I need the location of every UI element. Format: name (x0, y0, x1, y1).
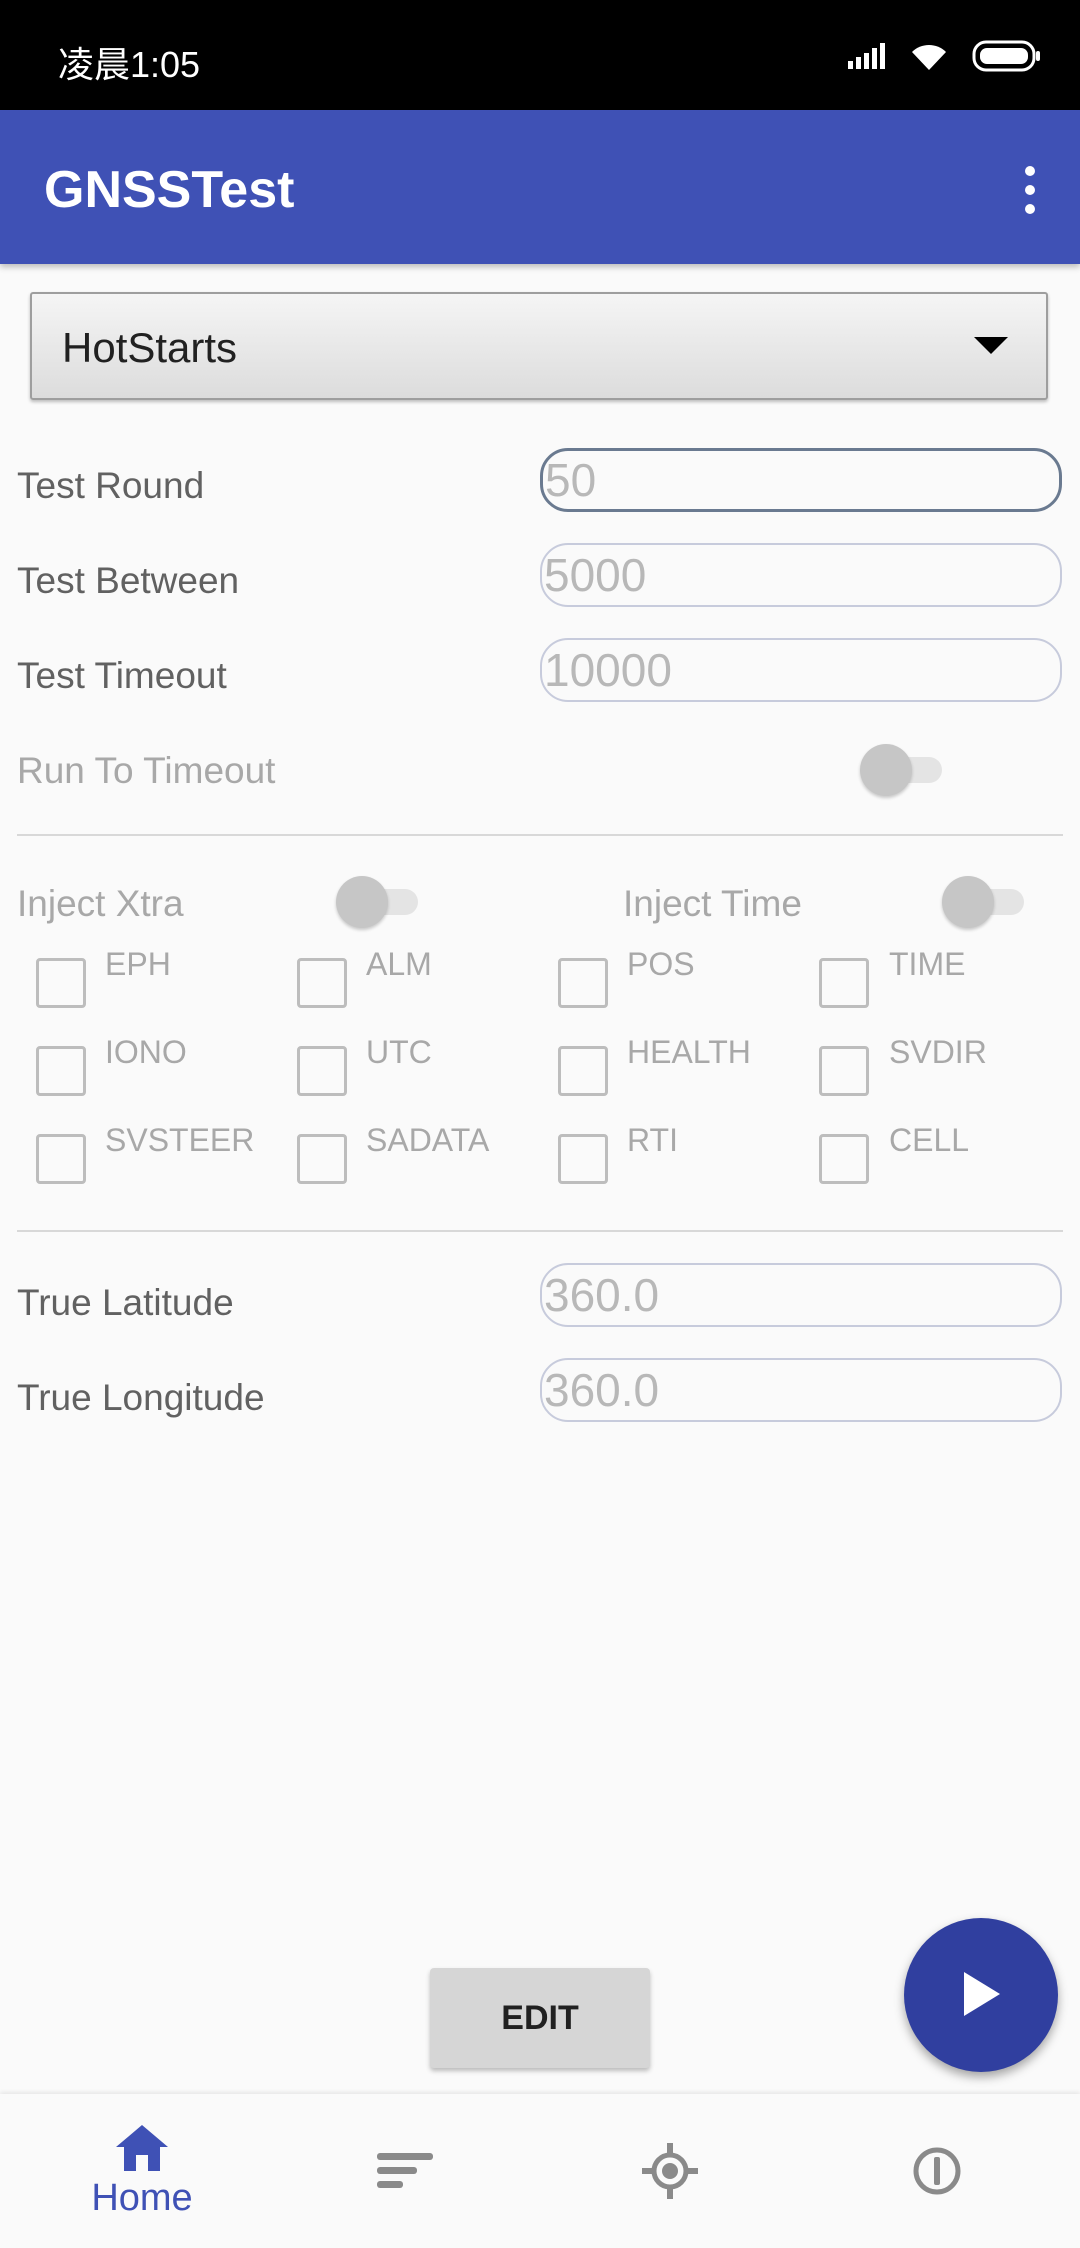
overflow-menu-icon[interactable] (1010, 160, 1050, 220)
pos-label: POS (627, 946, 695, 982)
test-timeout-label: Test Timeout (17, 655, 227, 696)
run-to-timeout-switch[interactable] (860, 744, 950, 796)
svsteer-checkbox[interactable] (36, 1134, 86, 1184)
play-icon (964, 1972, 1000, 2016)
true-latitude-field[interactable] (540, 1263, 1062, 1327)
inject-time-label: Inject Time (623, 883, 802, 924)
nav-item-list[interactable] (270, 2094, 540, 2248)
wifi-icon (912, 44, 946, 70)
divider (17, 1230, 1063, 1232)
utc-checkbox[interactable] (297, 1046, 347, 1096)
info-icon (913, 2147, 961, 2195)
list-icon (377, 2153, 433, 2188)
true-longitude-input[interactable] (542, 1360, 1060, 1420)
health-label: HEALTH (627, 1034, 751, 1070)
test-round-label: Test Round (17, 465, 205, 506)
status-time: 凌晨1:05 (58, 44, 201, 85)
start-test-fab[interactable] (904, 1918, 1058, 2072)
health-checkbox[interactable] (558, 1046, 608, 1096)
signal-icon (848, 43, 885, 69)
test-between-input[interactable] (542, 545, 1060, 605)
svsteer-label: SVSTEER (105, 1122, 255, 1158)
iono-checkbox[interactable] (36, 1046, 86, 1096)
test-round-input[interactable] (543, 451, 1059, 509)
true-latitude-label: True Latitude (17, 1282, 234, 1323)
nav-item-home[interactable]: Home (7, 2094, 277, 2248)
test-mode-selected: HotStarts (62, 324, 238, 371)
inject-xtra-label: Inject Xtra (17, 883, 184, 924)
test-mode-dropdown[interactable]: HotStarts (30, 292, 1048, 400)
gps-target-icon (642, 2143, 698, 2199)
utc-label: UTC (366, 1034, 432, 1070)
cell-label: CELL (889, 1122, 970, 1158)
inject-xtra-switch[interactable] (336, 876, 426, 928)
nav-home-label: Home (91, 2176, 193, 2219)
run-to-timeout-label: Run To Timeout (17, 750, 276, 791)
bottom-navigation: Home (0, 2094, 1080, 2248)
status-bar: 凌晨1:05 (0, 0, 1080, 110)
true-latitude-input[interactable] (542, 1265, 1060, 1325)
test-timeout-input[interactable] (542, 640, 1060, 700)
test-round-field[interactable] (540, 448, 1062, 512)
test-timeout-field[interactable] (540, 638, 1062, 702)
inject-time-switch[interactable] (942, 876, 1032, 928)
app-title: GNSSTest (44, 161, 295, 219)
app-bar: GNSSTest (0, 110, 1080, 264)
nav-item-info[interactable] (802, 2094, 1072, 2248)
divider (17, 834, 1063, 836)
true-longitude-field[interactable] (540, 1358, 1062, 1422)
svdir-checkbox[interactable] (819, 1046, 869, 1096)
nav-item-location[interactable] (535, 2094, 805, 2248)
battery-icon (972, 40, 1040, 72)
alm-label: ALM (366, 946, 432, 982)
cell-checkbox[interactable] (819, 1134, 869, 1184)
test-between-label: Test Between (17, 560, 240, 601)
svdir-label: SVDIR (889, 1034, 987, 1070)
dropdown-arrow-icon (974, 337, 1008, 354)
time-label: TIME (889, 946, 966, 982)
alm-checkbox[interactable] (297, 958, 347, 1008)
rti-label: RTI (627, 1122, 678, 1158)
test-between-field[interactable] (540, 543, 1062, 607)
home-icon (116, 2124, 168, 2171)
time-checkbox[interactable] (819, 958, 869, 1008)
eph-checkbox[interactable] (36, 958, 86, 1008)
sadata-label: SADATA (366, 1122, 490, 1158)
pos-checkbox[interactable] (558, 958, 608, 1008)
iono-label: IONO (105, 1034, 187, 1070)
edit-button[interactable]: EDIT (430, 1968, 650, 2068)
eph-label: EPH (105, 946, 171, 982)
true-longitude-label: True Longitude (17, 1377, 265, 1418)
sadata-checkbox[interactable] (297, 1134, 347, 1184)
rti-checkbox[interactable] (558, 1134, 608, 1184)
